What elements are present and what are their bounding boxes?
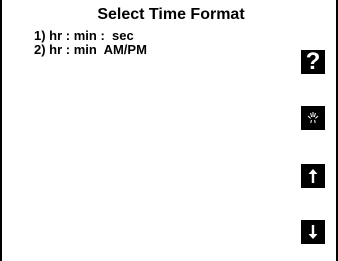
help-button[interactable]: ?	[301, 47, 325, 75]
contrast-icon	[307, 112, 319, 124]
scroll-up-button[interactable]	[301, 164, 325, 188]
time-format-options: 1) hr : min : sec 2) hr : min AM/PM	[34, 29, 274, 57]
option-hr-min-sec[interactable]: 1) hr : min : sec	[34, 29, 274, 43]
help-icon: ?	[305, 47, 321, 75]
arrow-up-icon	[308, 169, 318, 183]
option-hr-min-ampm[interactable]: 2) hr : min AM/PM	[34, 43, 274, 57]
arrow-down-icon	[308, 225, 318, 239]
display-screen: Select Time Format 1) hr : min : sec 2) …	[0, 0, 338, 261]
contrast-button[interactable]	[301, 106, 325, 130]
screen-title: Select Time Format	[97, 6, 245, 23]
scroll-down-button[interactable]	[301, 220, 325, 244]
